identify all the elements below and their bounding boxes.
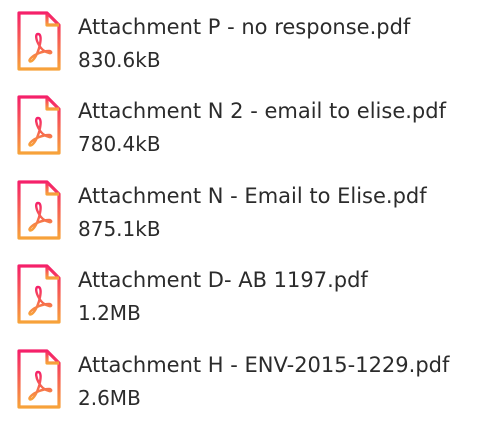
attachment-item[interactable]: Attachment N 2 - email to elise.pdf 780.… bbox=[0, 84, 496, 166]
attachment-name[interactable]: Attachment N - Email to Elise.pdf bbox=[78, 181, 427, 211]
attachment-size: 780.4kB bbox=[78, 132, 161, 156]
attachment-list: Attachment P - no response.pdf 830.6kB A… bbox=[0, 0, 496, 427]
attachment-size: 875.1kB bbox=[78, 217, 161, 241]
attachment-name[interactable]: Attachment P - no response.pdf bbox=[78, 12, 410, 42]
attachment-size: 830.6kB bbox=[78, 48, 161, 72]
pdf-file-icon bbox=[16, 348, 62, 410]
attachment-size: 2.6MB bbox=[78, 386, 141, 410]
pdf-file-icon bbox=[16, 10, 62, 72]
attachment-name[interactable]: Attachment H - ENV-2015-1229.pdf bbox=[78, 350, 449, 380]
attachment-name[interactable]: Attachment N 2 - email to elise.pdf bbox=[78, 96, 446, 126]
attachment-name[interactable]: Attachment D- AB 1197.pdf bbox=[78, 265, 368, 295]
attachment-item[interactable]: Attachment N - Email to Elise.pdf 875.1k… bbox=[0, 169, 496, 251]
pdf-file-icon bbox=[16, 179, 62, 241]
attachment-size: 1.2MB bbox=[78, 301, 141, 325]
pdf-file-icon bbox=[16, 263, 62, 325]
attachment-item[interactable]: Attachment H - ENV-2015-1229.pdf 2.6MB bbox=[0, 338, 496, 420]
attachment-item[interactable]: Attachment P - no response.pdf 830.6kB bbox=[0, 0, 496, 82]
pdf-file-icon bbox=[16, 94, 62, 156]
attachment-item[interactable]: Attachment D- AB 1197.pdf 1.2MB bbox=[0, 253, 496, 335]
